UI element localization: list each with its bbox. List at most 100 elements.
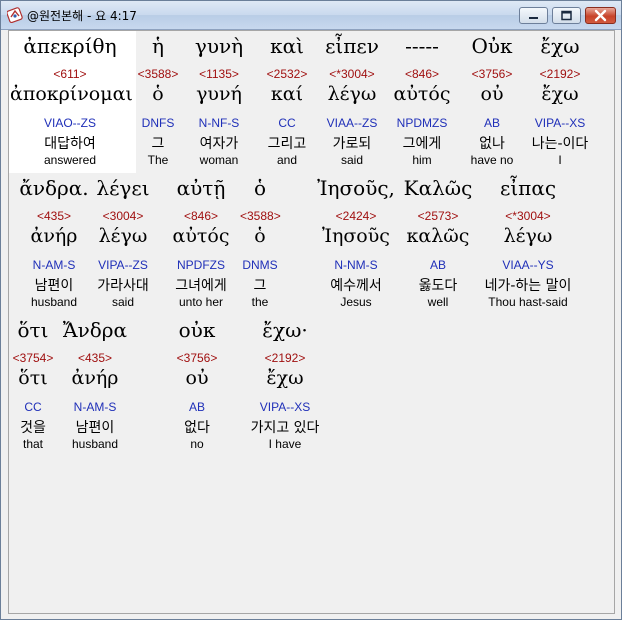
greek-word: γυνὴ — [194, 34, 244, 58]
title-bar[interactable]: @원전본해 - 요 4:17 — [1, 1, 621, 30]
greek-word: Ἰησοῦς, — [317, 176, 395, 200]
lemma: ἀνήρ — [71, 367, 119, 389]
english-gloss: The — [147, 153, 169, 167]
parsing-code: VIAA--YS — [502, 258, 554, 272]
strongs-number: <2192> — [264, 351, 306, 365]
strongs-number: <*3004> — [505, 209, 551, 223]
parsing-code: DNFS — [141, 116, 175, 130]
word-cell[interactable]: εἶπας <*3004> λέγω VIAA--YS 네가-하는 말이 Thou has… — [463, 176, 593, 316]
english-gloss: woman — [199, 153, 239, 167]
bible-app-icon[interactable] — [6, 7, 23, 24]
strongs-number: <846> — [183, 209, 219, 223]
word-cell[interactable]: ----- <846> αὐτός NPDMZS 그에게 him — [387, 34, 457, 174]
word-cell[interactable]: λέγει <3004> λέγω VIPA--ZS 가라사대 said — [88, 176, 158, 316]
lemma: λέγω — [503, 225, 553, 247]
korean-gloss: 예수께서 — [330, 278, 382, 294]
word-cell[interactable]: Ἄνδρα <435> ἀνήρ N-AM-S 남편이 husband — [55, 318, 135, 458]
korean-gloss: 것을 — [20, 420, 46, 436]
english-gloss: husband — [71, 437, 119, 451]
english-gloss: unto her — [178, 295, 224, 309]
word-cell[interactable]: ἔχω <2192> ἔχω VIPA--XS 나는-이다 I — [520, 34, 600, 174]
korean-gloss: 나는-이다 — [531, 136, 589, 152]
greek-word: ἔχω· — [262, 318, 308, 342]
word-cell[interactable]: εἶπεν <*3004> λέγω VIAA--ZS 가로되 said — [317, 34, 387, 174]
parsing-code: VIPA--ZS — [98, 258, 148, 272]
greek-word: ἔχω — [540, 34, 580, 58]
strongs-number: <3754> — [12, 351, 54, 365]
parsing-code: AB — [483, 116, 500, 130]
word-cell[interactable]: ὁ <3588> ὁ DNMS 그 the — [240, 176, 281, 316]
window-title: @원전본해 - 요 4:17 — [27, 9, 137, 23]
word-cell[interactable]: οὐκ <3756> οὐ AB 없다 no — [167, 318, 227, 458]
lemma: ὅτι — [18, 367, 48, 389]
parsing-code: NPDMZS — [396, 116, 448, 130]
english-gloss: said — [340, 153, 363, 167]
korean-gloss: 남편이 — [34, 278, 74, 294]
korean-gloss: 가로되 — [332, 136, 372, 152]
strongs-number: <3588> — [240, 209, 281, 223]
parsing-code: DNMS — [242, 258, 278, 272]
interlinear-view[interactable]: ἀπεκρίθη <611> ἀποκρίνομαι VIAO--ZS 대답하여 answ… — [8, 30, 615, 614]
parsing-code: CC — [24, 400, 42, 414]
english-gloss: the — [251, 295, 269, 309]
strongs-number: <3756> — [471, 67, 513, 81]
korean-gloss: 그 — [253, 278, 267, 294]
word-cell-selected[interactable]: ἀπεκρίθη <611> ἀποκρίνομαι VIAO--ZS 대답하여 answ… — [10, 34, 133, 174]
korean-gloss: 그리고 — [267, 136, 307, 152]
english-gloss: husband — [30, 295, 78, 309]
strongs-number: <3756> — [176, 351, 218, 365]
greek-word: ἡ — [152, 34, 164, 58]
korean-gloss: 그 — [151, 136, 165, 152]
english-gloss: said — [111, 295, 134, 309]
parsing-code: N-NM-S — [334, 258, 378, 272]
korean-gloss: 그녀에게 — [175, 278, 227, 294]
lemma: γυνή — [196, 83, 242, 105]
word-cell[interactable]: ἡ <3588> ὁ DNFS 그 The — [133, 34, 183, 174]
lemma: αὐτός — [172, 225, 230, 247]
lemma: Ἰησοῦς — [322, 225, 390, 247]
korean-gloss: 그에게 — [402, 136, 442, 152]
word-cell[interactable]: Ἰησοῦς, <2424> Ἰησοῦς N-NM-S 예수께서 Jesus — [301, 176, 411, 316]
lemma: αὐτός — [393, 83, 451, 105]
minimize-button[interactable] — [519, 7, 548, 24]
korean-gloss: 없나 — [479, 136, 505, 152]
strongs-number: <2424> — [335, 209, 377, 223]
greek-word: καὶ — [270, 34, 304, 58]
maximize-button[interactable] — [552, 7, 581, 24]
lemma: ἔχω — [266, 367, 304, 389]
strongs-number: <2192> — [539, 67, 581, 81]
parsing-code: VIPA--XS — [259, 400, 311, 414]
parsing-code: VIAO--ZS — [43, 116, 96, 130]
lemma: οὐ — [185, 367, 209, 389]
word-cell[interactable]: ἄνδρα. <435> ἀνήρ N-AM-S 남편이 husband — [9, 176, 99, 316]
lemma: ἀποκρίνομαι — [10, 83, 133, 105]
strongs-number: <435> — [77, 351, 113, 365]
word-cell[interactable]: Οὐκ <3756> οὐ AB 없나 have no — [462, 34, 522, 174]
word-cell[interactable]: ἔχω· <2192> ἔχω VIPA--XS 가지고 있다 I have — [230, 318, 340, 458]
close-button[interactable] — [585, 7, 616, 24]
english-gloss: I have — [268, 437, 302, 451]
korean-gloss: 가라사대 — [97, 278, 149, 294]
english-gloss: him — [412, 153, 432, 167]
greek-word: αὐτῇ — [176, 176, 226, 200]
korean-gloss: 대답하여 — [44, 136, 96, 152]
word-cell[interactable]: γυνὴ <1135> γυνή N-NF-S 여자가 woman — [184, 34, 254, 174]
lemma: ὁ — [254, 225, 266, 247]
strongs-number: <846> — [404, 67, 440, 81]
strongs-number: <435> — [36, 209, 72, 223]
word-cell[interactable]: καὶ <2532> καί CC 그리고 and — [260, 34, 315, 174]
greek-word: λέγει — [96, 176, 150, 200]
word-cell[interactable]: ὅτι <3754> ὅτι CC 것을 that — [8, 318, 58, 458]
greek-word: ἄνδρα. — [19, 176, 89, 200]
parsing-code: VIPA--XS — [534, 116, 586, 130]
parsing-code: VIAA--ZS — [326, 116, 378, 130]
english-gloss: answered — [43, 153, 97, 167]
lemma: καί — [270, 83, 304, 105]
close-icon — [594, 9, 607, 22]
word-cell[interactable]: αὐτῇ <846> αὐτός NPDFZS 그녀에게 unto her — [161, 176, 241, 316]
greek-word: Ἄνδρα — [62, 318, 128, 342]
app-window: @원전본해 - 요 4:17 ἀπεκρίθη <611> ἀποκρίνομαι V… — [0, 0, 622, 620]
greek-word: οὐκ — [178, 318, 216, 342]
maximize-icon — [561, 10, 572, 21]
strongs-number: <*3004> — [329, 67, 375, 81]
